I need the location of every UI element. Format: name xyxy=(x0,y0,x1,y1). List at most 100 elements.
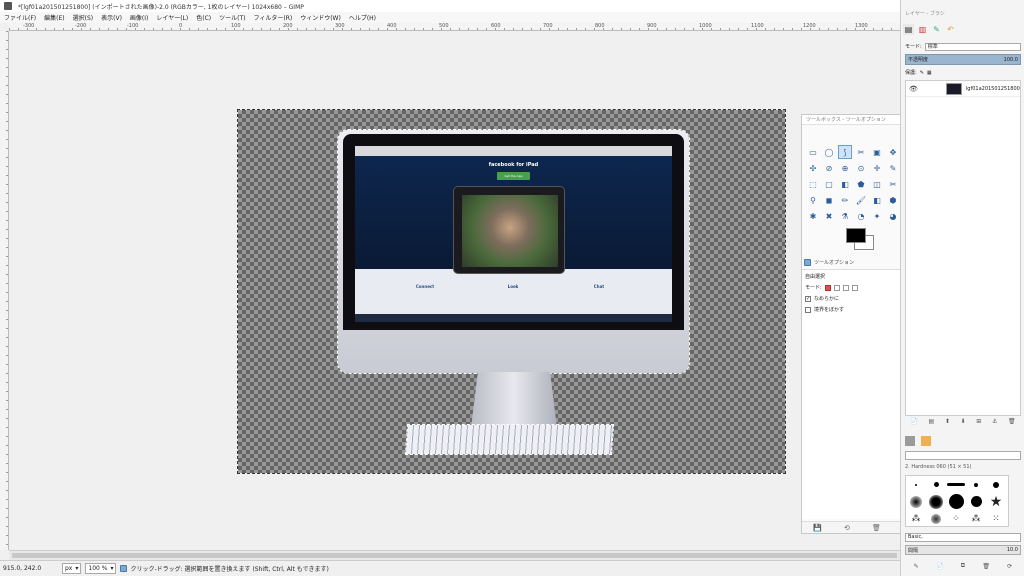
gradient-tool-icon[interactable]: ◼ xyxy=(822,193,836,207)
crop-tool-icon[interactable]: ⬚ xyxy=(806,177,820,191)
paths-tab-icon[interactable]: ✎ xyxy=(931,24,942,35)
brush-fuzzy[interactable] xyxy=(929,494,943,509)
menu-help[interactable]: ヘルプ(H) xyxy=(345,13,380,22)
paths-tool-icon[interactable]: ✎ xyxy=(886,161,900,175)
delete-brush-icon[interactable]: 🗑 xyxy=(982,563,990,570)
canvas-area[interactable]: facebook for iPad Get the App Connect Lo… xyxy=(9,31,900,550)
lock-pixels-icon[interactable]: ✎ xyxy=(920,70,924,76)
menu-image[interactable]: 画像(I) xyxy=(126,13,152,22)
cage-tool-icon[interactable]: ✂ xyxy=(886,177,900,191)
menu-file[interactable]: ファイル(F) xyxy=(0,13,40,22)
brush-splatter[interactable]: ⁂ xyxy=(972,514,981,524)
mode-intersect-button[interactable] xyxy=(851,284,858,291)
new-layer-icon[interactable]: 📄 xyxy=(910,418,917,428)
menu-view[interactable]: 表示(V) xyxy=(97,13,126,22)
paintbrush-tool-icon[interactable]: 🖌 xyxy=(854,193,868,207)
brush-dot[interactable] xyxy=(933,482,939,487)
delete-layer-icon[interactable]: 🗑 xyxy=(1008,418,1016,428)
eraser-tool-icon[interactable]: ◧ xyxy=(870,193,884,207)
edit-brush-icon[interactable]: ✎ xyxy=(914,563,919,570)
layer-row[interactable]: 👁 lgf01a201501251800 xyxy=(906,81,1020,97)
image-canvas[interactable]: facebook for iPad Get the App Connect Lo… xyxy=(237,109,786,474)
channels-tab-icon[interactable]: ▥ xyxy=(917,24,928,35)
brush-hard[interactable] xyxy=(970,496,982,507)
clone-tool-icon[interactable]: ✱ xyxy=(806,209,820,223)
duplicate-brush-icon[interactable]: ⧉ xyxy=(961,562,965,570)
brush-splatter[interactable]: ⁂ xyxy=(912,514,921,524)
patterns-tab-icon[interactable] xyxy=(921,436,931,446)
tool-options-tab[interactable]: ツールオプション xyxy=(804,256,854,268)
blur-tool-icon[interactable]: ◔ xyxy=(854,209,868,223)
mode-subtract-button[interactable] xyxy=(842,284,849,291)
star-icon[interactable]: ★ xyxy=(990,495,1003,509)
delete-options-icon[interactable]: 🗑 xyxy=(872,524,881,532)
restore-options-icon[interactable]: ⟲ xyxy=(844,524,850,532)
color-swatches[interactable] xyxy=(846,228,882,256)
undo-tab-icon[interactable]: ↶ xyxy=(945,24,956,35)
brush-fuzzy[interactable] xyxy=(910,495,922,508)
mode-replace-button[interactable] xyxy=(824,284,831,291)
brush-splatter[interactable]: ⁙ xyxy=(992,514,1000,524)
foreground-color[interactable] xyxy=(846,228,866,243)
eye-icon[interactable]: 👁 xyxy=(909,85,918,93)
mode-add-button[interactable] xyxy=(833,284,840,291)
measure-tool-icon[interactable]: ⊙ xyxy=(854,161,868,175)
fuzzy-select-tool-icon[interactable]: ✣ xyxy=(806,161,820,175)
brush-dot[interactable] xyxy=(915,483,917,486)
perspective-clone-tool-icon[interactable]: ⚗ xyxy=(838,209,852,223)
menu-layer[interactable]: レイヤー(L) xyxy=(152,13,192,22)
menu-select[interactable]: 選択(S) xyxy=(69,13,98,22)
brush-dot[interactable] xyxy=(974,482,978,487)
brush-splatter[interactable] xyxy=(931,513,941,524)
raise-layer-icon[interactable]: ⬆ xyxy=(945,418,950,428)
horizontal-ruler[interactable]: -300 -200 -100 0 100 200 300 400 500 600… xyxy=(9,23,900,31)
new-brush-icon[interactable]: 📄 xyxy=(936,563,943,570)
pencil-tool-icon[interactable]: ✏ xyxy=(838,193,852,207)
free-select-tool-icon[interactable]: ⟆ xyxy=(838,145,852,159)
feather-checkbox[interactable] xyxy=(805,306,811,313)
menu-filters[interactable]: フィルター(R) xyxy=(249,13,296,22)
anchor-layer-icon[interactable]: ⚓ xyxy=(992,418,997,428)
rect-select-tool-icon[interactable]: ▭ xyxy=(806,145,820,159)
menu-colors[interactable]: 色(C) xyxy=(192,13,215,22)
airbrush-tool-icon[interactable]: ⬢ xyxy=(886,193,900,207)
lower-layer-icon[interactable]: ⬇ xyxy=(961,418,966,428)
horizontal-scroll-thumb[interactable] xyxy=(12,553,897,558)
refresh-brushes-icon[interactable]: ⟳ xyxy=(1007,563,1012,570)
vertical-ruler[interactable] xyxy=(0,31,9,550)
brushes-tab-icon[interactable] xyxy=(905,436,915,446)
rotate-tool-icon[interactable]: ▢ xyxy=(822,177,836,191)
dodge-burn-tool-icon[interactable]: ◕ xyxy=(886,209,900,223)
horizontal-scrollbar[interactable] xyxy=(9,550,900,560)
layer-group-icon[interactable]: ▤ xyxy=(928,418,934,428)
opacity-slider[interactable]: 不透明度 100.0 xyxy=(905,54,1021,65)
brush-tag-filter[interactable] xyxy=(905,451,1021,460)
move-tool-icon[interactable]: ✥ xyxy=(886,145,900,159)
brush-line[interactable] xyxy=(947,483,965,486)
brush-hard[interactable] xyxy=(948,494,964,509)
shear-tool-icon[interactable]: ⬟ xyxy=(854,177,868,191)
layers-tab-icon[interactable]: ▤ xyxy=(903,24,914,35)
save-options-icon[interactable]: 💾 xyxy=(813,524,822,532)
unit-select[interactable]: px ▾ xyxy=(62,563,82,574)
brush-splatter[interactable]: ⁘ xyxy=(952,514,960,524)
bucket-fill-tool-icon[interactable]: ⚲ xyxy=(806,193,820,207)
brush-dot[interactable] xyxy=(993,481,999,488)
color-select-tool-icon[interactable]: ⊘ xyxy=(822,161,836,175)
antialias-checkbox[interactable]: ✓ xyxy=(805,295,811,302)
zoom-tool-icon[interactable]: ⊕ xyxy=(838,161,852,175)
heal-tool-icon[interactable]: ✖ xyxy=(822,209,836,223)
ellipse-select-tool-icon[interactable]: ◯ xyxy=(822,145,836,159)
lock-alpha-icon[interactable]: ▦ xyxy=(927,70,932,76)
spacing-slider[interactable]: 間隔 10.0 xyxy=(905,545,1021,555)
scale-tool-icon[interactable]: ◧ xyxy=(838,177,852,191)
menu-edit[interactable]: 編集(E) xyxy=(40,13,68,22)
crosshair-tool-icon[interactable]: ✛ xyxy=(870,161,884,175)
foreground-select-tool-icon[interactable]: ▣ xyxy=(870,145,884,159)
zoom-select[interactable]: 100 % ▾ xyxy=(85,563,117,574)
scissors-select-tool-icon[interactable]: ✂ xyxy=(854,145,868,159)
layer-mode-select[interactable]: 標準 xyxy=(924,42,1021,51)
perspective-tool-icon[interactable]: ◫ xyxy=(870,177,884,191)
smudge-tool-icon[interactable]: ✦ xyxy=(870,209,884,223)
menu-tools[interactable]: ツール(T) xyxy=(215,13,249,22)
